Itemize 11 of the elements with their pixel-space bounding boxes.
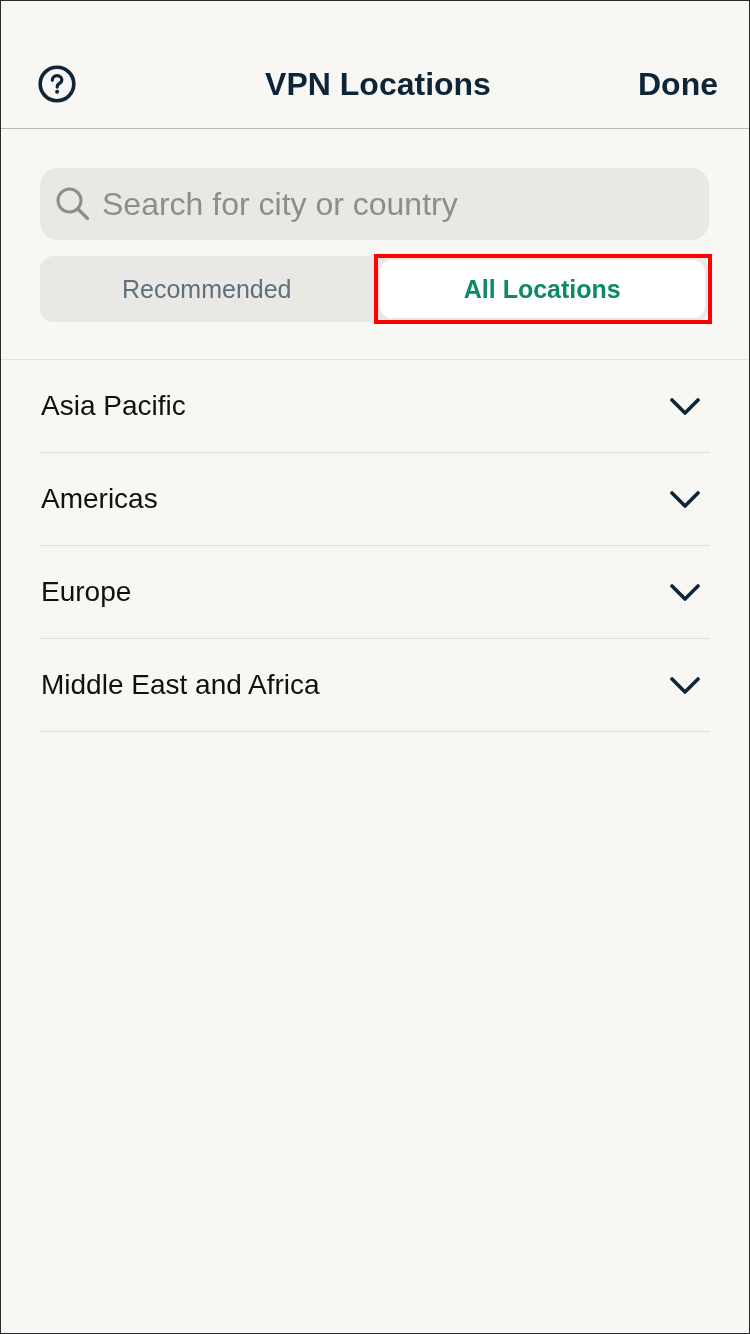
tab[interactable]: All Locations (379, 260, 705, 318)
search-field[interactable]: Search for city or country (40, 168, 709, 240)
done-button[interactable]: Done (638, 65, 718, 103)
search-icon (56, 187, 89, 220)
help-icon[interactable] (38, 65, 76, 103)
region-row[interactable]: Middle East and Africa (40, 639, 710, 732)
screen-title: VPN Locations (265, 65, 491, 103)
region-row[interactable]: Asia Pacific (40, 360, 710, 453)
tab[interactable]: Recommended (44, 260, 370, 318)
region-row[interactable]: Americas (40, 453, 710, 546)
region-row[interactable]: Europe (40, 546, 710, 639)
